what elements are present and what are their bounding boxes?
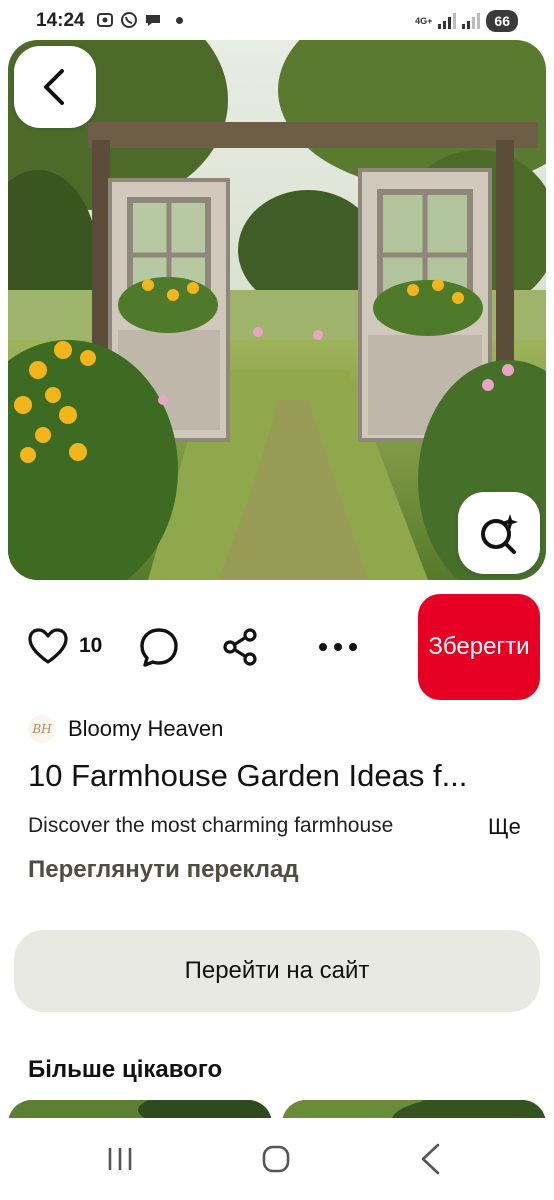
share-icon[interactable] (220, 626, 260, 668)
heart-icon[interactable] (28, 627, 68, 667)
read-more-link[interactable]: Ще (488, 814, 521, 840)
status-time: 14:24 (36, 10, 85, 31)
signal-icon-2 (462, 13, 481, 29)
pin-description: Discover the most charming farmhouse (28, 814, 394, 837)
more-dots-icon[interactable] (315, 626, 361, 668)
pin-title: 10 Farmhouse Garden Ideas f... (28, 758, 468, 793)
like-count: 10 (79, 634, 103, 657)
visit-site-button[interactable]: Перейти на сайт (14, 930, 540, 1012)
save-button[interactable]: Зберегти (418, 594, 540, 700)
screenshot-icon (97, 13, 113, 27)
more-ideas-heading: Більше цікавого (28, 1056, 223, 1083)
visual-search-icon (481, 514, 518, 554)
notification-icons (96, 11, 183, 29)
network-type: 4G+ (415, 15, 433, 26)
show-translation-link[interactable]: Переглянути переклад (28, 856, 299, 884)
chevron-left-icon (44, 69, 64, 105)
system-nav-bar (0, 1118, 554, 1200)
status-bar: 14:24 4G+ 66 (0, 0, 554, 42)
visual-search-button[interactable] (458, 492, 540, 574)
comment-icon[interactable] (138, 626, 180, 668)
back-nav-icon[interactable] (418, 1142, 442, 1176)
back-button[interactable] (14, 46, 96, 128)
author-name[interactable]: Bloomy Heaven (68, 716, 223, 742)
author-avatar[interactable]: BH (28, 715, 56, 743)
recent-apps-icon[interactable] (106, 1145, 134, 1173)
signal-icon (438, 13, 457, 29)
status-dot (176, 16, 183, 24)
author-row[interactable]: BH Bloomy Heaven (28, 710, 223, 748)
home-icon[interactable] (261, 1144, 291, 1174)
chat-icon (146, 15, 160, 26)
battery-indicator: 66 (486, 10, 518, 32)
system-icons: 4G+ 66 (415, 10, 518, 32)
viber-icon (121, 12, 137, 28)
